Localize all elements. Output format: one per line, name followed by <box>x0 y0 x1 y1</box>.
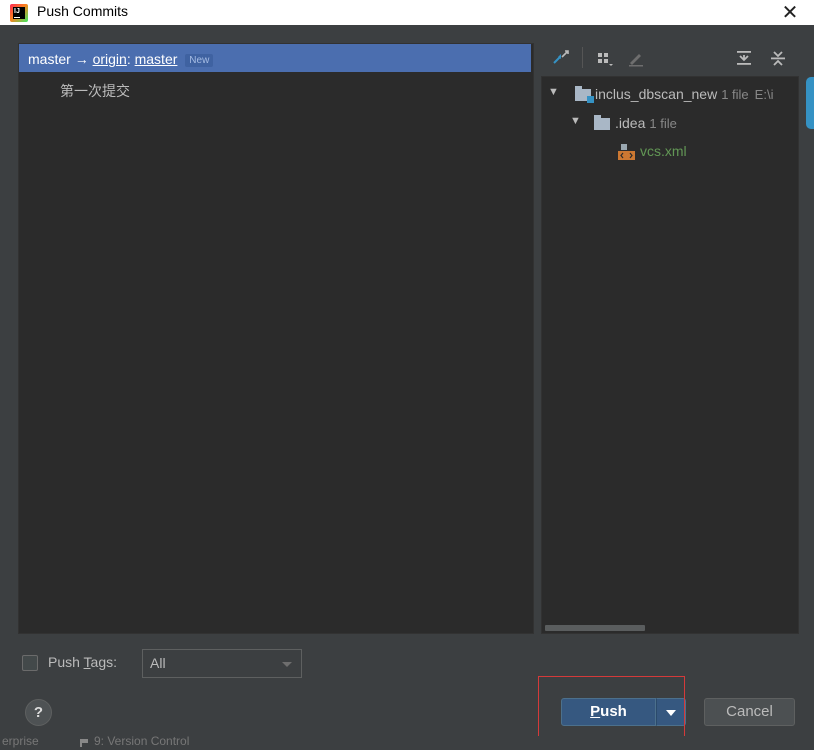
separator: : <box>126 51 131 67</box>
help-button[interactable]: ? <box>25 699 52 726</box>
group-by-icon[interactable] <box>595 48 615 68</box>
version-control-icon <box>80 739 88 747</box>
xml-file-icon <box>618 144 635 160</box>
horizontal-scrollbar[interactable] <box>545 625 645 631</box>
ide-status-strip: erprise 9: Version Control <box>0 736 814 750</box>
title-bar: IJ Push Commits ✕ <box>0 0 814 25</box>
expand-collapse-icon[interactable] <box>551 48 571 68</box>
chevron-down-icon <box>666 710 676 716</box>
intellij-app-icon: IJ <box>10 4 28 22</box>
chevron-down-icon <box>282 662 292 667</box>
branch-row[interactable]: master → origin: master New <box>19 44 531 72</box>
root-path: E:\i <box>754 87 774 102</box>
side-accent <box>806 77 814 129</box>
toolbar-separator <box>582 47 583 68</box>
module-folder-icon <box>575 86 594 103</box>
push-tags-value: All <box>150 655 166 671</box>
folder-icon <box>594 115 610 130</box>
push-button[interactable]: Push <box>561 698 656 726</box>
remote-branch-link[interactable]: master <box>135 51 178 67</box>
local-branch: master <box>28 51 71 67</box>
edit-source-icon[interactable] <box>626 48 646 68</box>
push-tags-checkbox[interactable] <box>22 655 38 671</box>
push-tags-dropdown[interactable]: All <box>142 649 302 678</box>
commit-message[interactable]: 第一次提交 <box>60 81 130 101</box>
expand-arrow-icon[interactable]: ▼ <box>548 86 559 98</box>
collapse-all-icon[interactable] <box>768 48 788 68</box>
folder-count: 1 file <box>649 116 677 131</box>
changes-toolbar <box>548 44 798 74</box>
root-name: inclus_dbscan_new <box>595 86 718 102</box>
push-options-button[interactable] <box>656 698 686 726</box>
window-title: Push Commits <box>37 3 129 19</box>
root-count: 1 file <box>721 87 749 102</box>
close-icon[interactable]: ✕ <box>780 0 800 24</box>
expand-all-icon[interactable] <box>734 48 754 68</box>
folder-name: .idea <box>615 115 646 131</box>
arrow: → <box>74 51 89 67</box>
remote-link[interactable]: origin <box>93 51 127 67</box>
commits-panel: master → origin: master New 第一次提交 <box>18 43 534 634</box>
file-name: vcs.xml <box>640 143 687 159</box>
changed-files-panel: ▼ inclus_dbscan_new 1 file E:\i ▼ .idea 1 f… <box>541 76 799 634</box>
expand-arrow-icon[interactable]: ▼ <box>570 115 581 127</box>
status-left: erprise <box>2 736 39 748</box>
new-badge: New <box>185 54 214 67</box>
push-tags-label: Push Tags: <box>48 654 118 670</box>
cancel-button[interactable]: Cancel <box>704 698 795 726</box>
status-version-control[interactable]: 9: Version Control <box>94 736 189 748</box>
